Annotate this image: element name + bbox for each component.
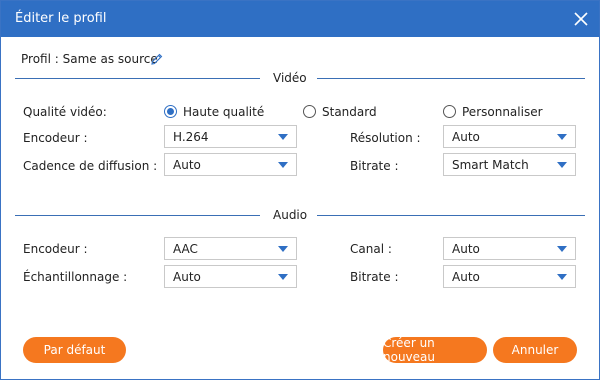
video-encoder-select[interactable]: H.264: [164, 125, 297, 148]
cancel-button[interactable]: Annuler: [493, 337, 577, 363]
channel-label: Canal :: [350, 242, 392, 256]
framerate-value: Auto: [173, 158, 201, 172]
chevron-down-icon: [557, 274, 567, 280]
default-button[interactable]: Par défaut: [23, 337, 126, 363]
channel-value: Auto: [452, 242, 480, 256]
dialog-title: Éditer le profil: [15, 11, 107, 26]
framerate-label: Cadence de diffusion :: [23, 159, 158, 173]
video-bitrate-select[interactable]: Smart Match: [443, 153, 576, 176]
framerate-select[interactable]: Auto: [164, 153, 297, 176]
chevron-down-icon: [278, 246, 288, 252]
chevron-down-icon: [278, 162, 288, 168]
radio-label-haute-qualite[interactable]: Haute qualité: [183, 105, 264, 119]
edit-profile-dialog: Éditer le profil Profil : Same as source…: [0, 0, 600, 380]
audio-section-title: Audio: [273, 208, 308, 222]
title-bar: Éditer le profil: [1, 1, 599, 37]
radio-standard[interactable]: [303, 105, 316, 118]
channel-select[interactable]: Auto: [443, 237, 576, 260]
samplerate-value: Auto: [173, 270, 201, 284]
resolution-select[interactable]: Auto: [443, 125, 576, 148]
video-divider-left: [15, 78, 260, 79]
samplerate-select[interactable]: Auto: [164, 265, 297, 288]
audio-bitrate-label: Bitrate :: [350, 270, 399, 284]
radio-personnaliser[interactable]: [443, 105, 456, 118]
chevron-down-icon: [278, 134, 288, 140]
chevron-down-icon: [557, 162, 567, 168]
radio-label-standard[interactable]: Standard: [322, 105, 377, 119]
chevron-down-icon: [278, 274, 288, 280]
video-section-title: Vidéo: [273, 71, 307, 85]
chevron-down-icon: [557, 134, 567, 140]
samplerate-label: Échantillonnage :: [23, 270, 128, 284]
video-quality-label: Qualité vidéo:: [23, 105, 107, 119]
resolution-label: Résolution :: [350, 131, 421, 145]
audio-divider-left: [15, 215, 260, 216]
radio-label-personnaliser[interactable]: Personnaliser: [462, 105, 543, 119]
pencil-icon[interactable]: [150, 52, 164, 66]
close-icon[interactable]: [571, 9, 591, 29]
create-new-button[interactable]: Créer un nouveau: [383, 336, 487, 364]
video-divider-right: [317, 78, 585, 79]
audio-bitrate-select[interactable]: Auto: [443, 265, 576, 288]
audio-divider-right: [317, 215, 585, 216]
audio-encoder-label: Encodeur :: [23, 242, 88, 256]
resolution-value: Auto: [452, 130, 480, 144]
video-encoder-value: H.264: [173, 130, 209, 144]
audio-bitrate-value: Auto: [452, 270, 480, 284]
audio-encoder-select[interactable]: AAC: [164, 237, 297, 260]
chevron-down-icon: [557, 246, 567, 252]
radio-haute-qualite[interactable]: [164, 105, 177, 118]
profile-label: Profil : Same as source: [21, 52, 158, 66]
video-bitrate-value: Smart Match: [452, 158, 529, 172]
video-encoder-label: Encodeur :: [23, 131, 88, 145]
audio-encoder-value: AAC: [173, 242, 198, 256]
video-bitrate-label: Bitrate :: [350, 159, 399, 173]
